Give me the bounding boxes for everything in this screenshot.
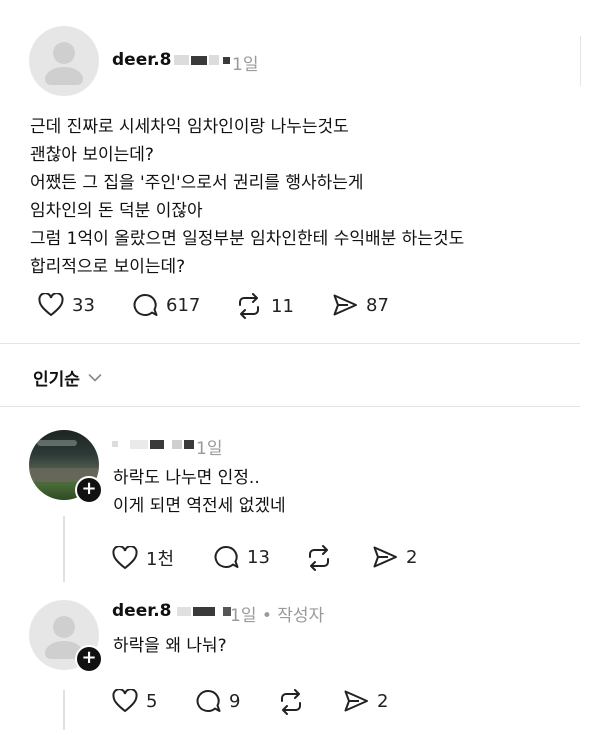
comment-icon (196, 689, 221, 712)
post-username[interactable]: deer.8 (112, 50, 231, 70)
reply-text-line: 이게 되면 역전세 없겠네 (113, 496, 286, 516)
share-icon (333, 294, 357, 316)
post-text-line: 어쨌든 그 집을 '주인'으로서 권리를 행사하는게 (30, 173, 364, 193)
repost-icon (281, 689, 301, 715)
share-count: 2 (377, 690, 389, 712)
thread-line (63, 690, 65, 730)
repost-button[interactable]: 11 (235, 293, 294, 319)
comment-button[interactable]: 13 (213, 545, 270, 569)
plus-icon[interactable]: + (75, 476, 103, 504)
redaction-mask (112, 441, 118, 447)
like-button[interactable]: 5 (112, 689, 157, 713)
share-count: 2 (406, 546, 418, 568)
plus-icon[interactable]: + (75, 645, 103, 673)
reply-username[interactable]: deer.8 (112, 601, 232, 621)
post-right-divider (580, 36, 581, 86)
post-text-line: 합리적으로 보이는데? (30, 257, 186, 277)
repost-count: 11 (271, 295, 294, 317)
comment-count: 617 (166, 294, 201, 316)
reply-time: 1일 • 작성자 (230, 606, 325, 626)
post-text-line: 근데 진짜로 시세차익 임차인이랑 나누는것도 (30, 117, 349, 137)
like-count: 5 (146, 690, 158, 712)
comment-button[interactable]: 617 (132, 293, 200, 317)
like-button[interactable]: 33 (38, 293, 95, 317)
divider (0, 343, 580, 344)
share-icon (344, 690, 368, 712)
heart-icon (38, 293, 64, 317)
share-button[interactable]: 2 (372, 545, 417, 569)
sort-label: 인기순 (33, 370, 80, 390)
sort-dropdown[interactable]: 인기순 (33, 365, 102, 390)
repost-icon (309, 545, 329, 571)
comment-count: 13 (247, 546, 270, 568)
share-button[interactable]: 2 (343, 689, 388, 713)
like-count: 1천 (146, 549, 175, 570)
post-time: 1일 (232, 55, 259, 75)
comment-button[interactable]: 9 (195, 689, 240, 713)
share-count: 87 (366, 294, 389, 316)
post-avatar[interactable] (29, 26, 99, 96)
repost-button[interactable] (305, 545, 341, 571)
like-button[interactable]: 1천 (112, 545, 174, 571)
repost-button[interactable] (277, 689, 313, 715)
like-count: 33 (72, 294, 95, 316)
share-icon (373, 546, 397, 568)
post-text-line: 임차인의 돈 덕분 이잖아 (30, 201, 203, 221)
share-button[interactable]: 87 (332, 293, 389, 317)
comment-icon (214, 545, 239, 568)
reply-text-line: 하락도 나누면 인정.. (113, 468, 260, 488)
redaction-mask (174, 55, 190, 65)
reply-username[interactable] (112, 434, 194, 454)
heart-icon (112, 689, 138, 713)
chevron-down-icon (88, 373, 102, 381)
thread-line (63, 516, 65, 582)
comment-count: 9 (229, 690, 241, 712)
reply-time: 1일 (196, 439, 223, 459)
post-text-line: 그럼 1억이 올랐으면 일정부분 임차인한테 수익배분 하는것도 (30, 229, 465, 249)
post-text-line: 괜찮아 보이는데? (30, 145, 154, 165)
divider (0, 406, 580, 407)
heart-icon (112, 546, 138, 570)
comment-icon (133, 293, 158, 316)
reply-text-line: 하락을 왜 나눠? (113, 636, 227, 656)
redaction-mask (177, 606, 192, 616)
repost-icon (239, 293, 259, 319)
